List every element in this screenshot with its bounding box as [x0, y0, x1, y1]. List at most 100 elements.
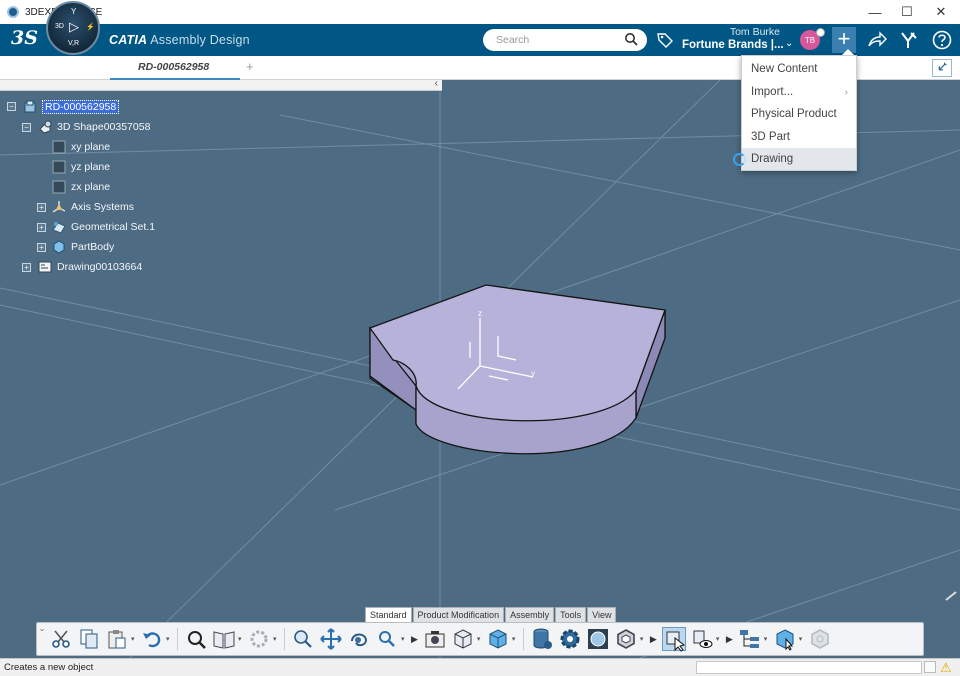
view-cube-icon[interactable] — [451, 627, 475, 651]
chevron-down-icon[interactable]: ▾ — [716, 627, 723, 651]
chevron-down-icon[interactable]: ▾ — [401, 627, 408, 651]
tree-node-geometrical-set[interactable]: Geometrical Set.1 — [52, 217, 155, 237]
app-icon — [7, 6, 19, 18]
tree-label-yz-plane: yz plane — [71, 161, 111, 173]
tree-node-xy-plane[interactable]: xy plane — [52, 137, 110, 157]
search-field[interactable]: Search — [483, 29, 647, 51]
chevron-down-icon[interactable]: ▾ — [640, 627, 647, 651]
busy-cursor-icon — [733, 153, 746, 166]
gear-pattern-icon[interactable] — [247, 627, 271, 651]
compass-3d-label[interactable]: 3D — [55, 23, 64, 30]
tree-label-partbody: PartBody — [71, 241, 115, 253]
action-bar-handle[interactable]: ⌄ — [37, 624, 47, 654]
menu-item-3d-part[interactable]: 3D Part — [742, 126, 856, 148]
tree-node-axis-systems[interactable]: Axis Systems — [52, 197, 134, 217]
share-icon[interactable] — [866, 29, 888, 51]
app-title-brand: CATIA — [109, 33, 148, 47]
tag-icon[interactable] — [656, 31, 674, 49]
chevron-right-icon[interactable]: ▶ — [726, 634, 733, 645]
play-icon[interactable]: ▷ — [69, 19, 79, 35]
hide-show-icon[interactable] — [690, 627, 714, 651]
tree-label-axis-systems: Axis Systems — [71, 201, 135, 213]
chevron-down-icon[interactable]: ▾ — [131, 627, 138, 651]
menu-item-new-content[interactable]: New Content — [742, 58, 856, 80]
tree-expander[interactable]: + — [37, 223, 46, 232]
menu-item-label: 3D Part — [751, 131, 790, 143]
tree-node-shape[interactable]: 3D Shape00357058 — [38, 117, 150, 137]
tab-label: RD-000562958 — [138, 61, 210, 73]
chevron-right-icon[interactable]: ▶ — [650, 634, 657, 645]
chevron-down-icon[interactable]: ▾ — [166, 627, 173, 651]
menu-caret — [842, 49, 854, 55]
add-tab-button[interactable]: + — [246, 59, 254, 74]
section-tab-product-modification[interactable]: Product Modification — [412, 607, 505, 622]
section-tab-standard[interactable]: Standard — [365, 607, 412, 622]
community-icon[interactable] — [898, 29, 920, 51]
zoom-area-icon[interactable] — [375, 627, 399, 651]
tree-collapse-bar[interactable]: ‹ — [0, 80, 442, 91]
chevron-down-icon[interactable]: ▾ — [764, 627, 771, 651]
command-input[interactable] — [696, 661, 922, 674]
solid-icon[interactable] — [773, 627, 797, 651]
iso-view-icon[interactable] — [486, 627, 510, 651]
menu-item-import[interactable]: Import... › — [742, 81, 856, 103]
add-content-menu: New Content Import... › Physical Product … — [741, 55, 857, 171]
chevron-left-icon[interactable]: ‹ — [435, 80, 438, 89]
tree-node-zx-plane[interactable]: zx plane — [52, 177, 110, 197]
tree-expander[interactable]: + — [37, 243, 46, 252]
close-button[interactable]: ✕ — [924, 0, 958, 24]
tenant-name[interactable]: Fortune Brands |... — [682, 39, 784, 51]
menu-item-physical-product[interactable]: Physical Product — [742, 103, 856, 125]
search-icon[interactable] — [624, 32, 638, 46]
tree-expander[interactable]: + — [37, 203, 46, 212]
tree-node-root[interactable]: RD-000562958 — [23, 97, 120, 117]
minimize-button[interactable]: — — [858, 0, 892, 24]
section-tab-tools[interactable]: Tools — [555, 607, 587, 622]
capture-icon[interactable] — [423, 627, 447, 651]
undo-icon[interactable] — [140, 627, 164, 651]
warning-icon[interactable]: ⚠ — [940, 660, 952, 676]
chevron-right-icon[interactable]: ▶ — [411, 634, 418, 645]
collapse-view-icon[interactable] — [932, 59, 952, 77]
tree-expander[interactable]: + — [22, 263, 31, 272]
compass-vr-label[interactable]: V,R — [68, 40, 79, 47]
zoom-icon[interactable] — [291, 627, 315, 651]
part-body[interactable] — [368, 284, 666, 455]
status-toggle-icon[interactable] — [924, 661, 936, 673]
copy-icon[interactable] — [77, 627, 101, 651]
maximize-button[interactable]: ☐ — [890, 0, 924, 24]
menu-item-drawing[interactable]: Drawing — [742, 148, 856, 170]
database-icon[interactable] — [530, 627, 554, 651]
help-icon[interactable] — [931, 29, 953, 51]
tree-node-partbody[interactable]: PartBody — [52, 237, 114, 257]
resize-handle[interactable] — [945, 591, 957, 601]
select-icon[interactable] — [661, 627, 686, 652]
catalog-icon[interactable] — [212, 627, 236, 651]
chevron-down-icon[interactable]: ▾ — [477, 627, 484, 651]
section-tab-view[interactable]: View — [587, 607, 617, 622]
chevron-down-icon[interactable]: ▾ — [512, 627, 519, 651]
fit-all-icon[interactable] — [184, 627, 208, 651]
tree-node-yz-plane[interactable]: yz plane — [52, 157, 110, 177]
pan-icon[interactable] — [319, 627, 343, 651]
app-title: CATIA Assembly Design — [109, 33, 250, 47]
rotate-icon[interactable] — [347, 627, 371, 651]
tree-node-drawing[interactable]: Drawing00103664 — [38, 257, 142, 277]
tree-expander[interactable]: − — [22, 123, 31, 132]
section-tab-assembly[interactable]: Assembly — [505, 607, 555, 622]
chevron-down-icon[interactable]: ⌄ — [785, 38, 793, 49]
chevron-down-icon[interactable]: ▾ — [799, 627, 806, 651]
paste-icon[interactable] — [105, 627, 129, 651]
compass-widget[interactable]: Y 3D ▷ ⚡ V,R — [46, 1, 100, 55]
tree-icon[interactable] — [738, 627, 762, 651]
tab-document[interactable]: RD-000562958 — [110, 56, 240, 80]
compass-right-label[interactable]: ⚡ — [86, 23, 95, 31]
ds-logo[interactable]: 3S — [11, 27, 38, 49]
globe-icon[interactable] — [586, 627, 610, 651]
chevron-down-icon[interactable]: ▾ — [273, 627, 280, 651]
settings-icon[interactable] — [558, 627, 582, 651]
chevron-down-icon[interactable]: ▾ — [238, 627, 245, 651]
tree-expander[interactable]: − — [7, 102, 16, 111]
cut-icon[interactable] — [49, 627, 73, 651]
hexagon-icon[interactable] — [614, 627, 638, 651]
